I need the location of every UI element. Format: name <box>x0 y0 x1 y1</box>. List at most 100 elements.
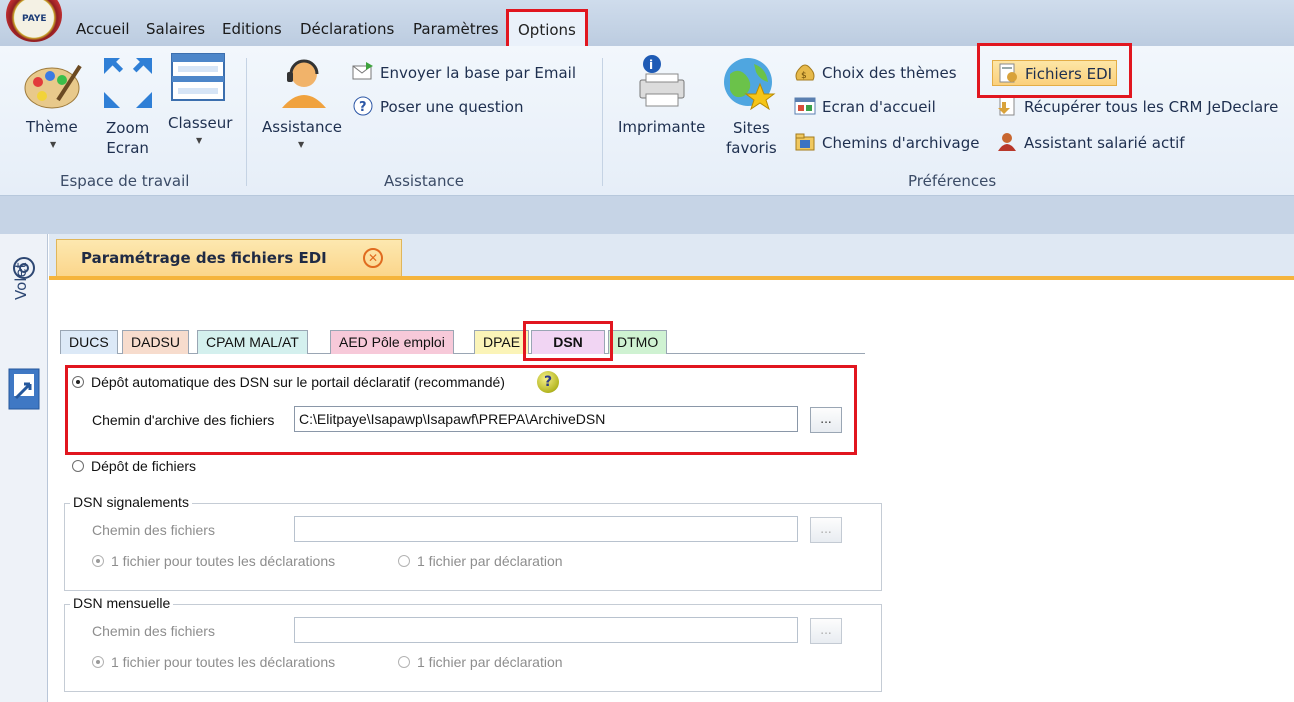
chemin-archive-field[interactable]: C:\Elitpaye\Isapawp\Isapawf\PREPA\Archiv… <box>294 406 798 432</box>
choix-themes-button[interactable]: $ Choix des thèmes <box>794 62 957 82</box>
chevron-down-icon: ▼ <box>50 140 57 149</box>
chevron-down-icon: ▼ <box>298 140 305 149</box>
printer-icon: i <box>639 55 685 107</box>
radio-indicator <box>92 555 104 567</box>
group-espace-travail: Espace de travail <box>60 172 190 190</box>
assistant-salarie-button[interactable]: Assistant salarié actif <box>996 132 1185 152</box>
ecran-accueil-label: Ecran d'accueil <box>822 98 936 116</box>
poser-label: Poser une question <box>380 98 524 116</box>
tab-cpam[interactable]: CPAM MAL/AT <box>197 330 308 354</box>
tab-label: DPAE <box>483 334 521 350</box>
menu-parametres[interactable]: Paramètres <box>413 20 499 38</box>
assistant-salarie-label: Assistant salarié actif <box>1024 134 1185 152</box>
menu-declarations[interactable]: Déclarations <box>300 20 394 38</box>
menu-accueil[interactable]: Accueil <box>76 20 130 38</box>
chemin-archive-label: Chemin d'archive des fichiers <box>92 412 275 428</box>
tab-label: DTMO <box>617 334 659 350</box>
volet-panel <box>0 234 48 702</box>
browse-archive-button[interactable]: ... <box>810 407 842 433</box>
group-assistance: Assistance <box>384 172 464 190</box>
radio-indicator <box>92 656 104 668</box>
envoyer-label: Envoyer la base par Email <box>380 64 576 82</box>
chemins-archivage-label: Chemins d'archivage <box>822 134 980 152</box>
tab-label: AED Pôle emploi <box>339 334 445 350</box>
tab-label: DADSU <box>131 334 181 350</box>
recuperer-crm-label: Récupérer tous les CRM JeDeclare <box>1024 98 1279 116</box>
imprimante-button[interactable]: Imprimante <box>618 118 705 136</box>
svg-text:?: ? <box>359 100 367 115</box>
envoyer-email-button[interactable]: Envoyer la base par Email <box>352 62 576 82</box>
radio-label: 1 fichier par déclaration <box>417 553 563 569</box>
palette-icon <box>24 64 82 109</box>
zoom-ecran-button[interactable]: Zoom Ecran <box>106 118 149 158</box>
radio-signalements-all[interactable]: 1 fichier pour toutes les déclarations <box>92 553 335 569</box>
workspace-band <box>0 196 1294 234</box>
mensuelle-chemin-field[interactable] <box>294 617 798 643</box>
radio-indicator <box>398 555 410 567</box>
ribbon-separator <box>602 58 603 186</box>
radio-mensuelle-each[interactable]: 1 fichier par déclaration <box>398 654 563 670</box>
close-icon[interactable]: ✕ <box>363 248 383 268</box>
zoom-screen-icon <box>104 58 152 108</box>
poser-question-button[interactable]: ? Poser une question <box>352 96 523 116</box>
logo-text: PAYE <box>22 14 47 24</box>
volet-label[interactable]: Volet <box>12 262 30 300</box>
tab-aed-pole-emploi[interactable]: AED Pôle emploi <box>330 330 454 354</box>
radio-label: 1 fichier pour toutes les déclarations <box>111 553 336 569</box>
tab-dtmo[interactable]: DTMO <box>608 330 668 354</box>
document-tab[interactable]: Paramétrage des fichiers EDI ✕ <box>56 239 402 277</box>
radio-label: 1 fichier pour toutes les déclarations <box>111 654 336 670</box>
menu-options-label: Options <box>518 21 576 39</box>
tab-ducs[interactable]: DUCS <box>60 330 118 354</box>
recuperer-crm-button[interactable]: Récupérer tous les CRM JeDeclare <box>996 96 1278 116</box>
classeur-button[interactable]: Classeur <box>168 114 232 132</box>
pin-panel-icon[interactable] <box>8 368 40 410</box>
radio-mensuelle-all[interactable]: 1 fichier pour toutes les déclarations <box>92 654 335 670</box>
zoom-label-2: Ecran <box>106 139 149 157</box>
help-icon[interactable]: ? <box>537 371 559 393</box>
app-logo[interactable]: PAYE <box>6 0 62 42</box>
radio-label: Dépôt automatique des DSN sur le portail… <box>91 374 505 390</box>
zoom-label-1: Zoom <box>106 119 150 137</box>
radio-depot-fichiers[interactable]: Dépôt de fichiers <box>72 458 196 474</box>
radio-label: Dépôt de fichiers <box>91 458 197 474</box>
document-tab-title: Paramétrage des fichiers EDI <box>81 249 327 267</box>
sites-label-2: favoris <box>726 139 777 157</box>
menu-salaires[interactable]: Salaires <box>146 20 205 38</box>
question-icon: ? <box>353 96 373 116</box>
chemins-archivage-button[interactable]: Chemins d'archivage <box>794 132 980 152</box>
svg-text:$: $ <box>801 71 807 81</box>
signalements-chemin-field[interactable] <box>294 516 798 542</box>
assistance-button[interactable]: Assistance <box>262 118 342 136</box>
radio-signalements-each[interactable]: 1 fichier par déclaration <box>398 553 563 569</box>
groupbox-title: DSN signalements <box>70 494 192 510</box>
globe-favorites-icon <box>724 58 776 110</box>
download-document-icon <box>998 96 1015 116</box>
browse-mensuelle-button[interactable]: ... <box>810 618 842 644</box>
tab-dpae[interactable]: DPAE <box>474 330 530 354</box>
ecran-accueil-button[interactable]: Ecran d'accueil <box>794 96 936 116</box>
user-icon <box>998 133 1016 151</box>
chemin-fichiers-label: Chemin des fichiers <box>92 522 215 538</box>
theme-button[interactable]: Thème <box>26 118 78 136</box>
browse-signalements-button[interactable]: ... <box>810 517 842 543</box>
sites-favoris-button[interactable]: Sites favoris <box>726 118 777 158</box>
groupbox-title: DSN mensuelle <box>70 595 174 611</box>
ribbon-separator <box>246 58 247 186</box>
classeur-icon <box>171 53 225 101</box>
tab-label: DUCS <box>69 334 109 350</box>
choix-themes-label: Choix des thèmes <box>822 64 957 82</box>
sites-label-1: Sites <box>733 119 770 137</box>
tab-dadsu[interactable]: DADSU <box>122 330 190 354</box>
highlight-dsn-tab <box>523 321 613 361</box>
highlight-fichiers-edi <box>977 43 1132 98</box>
radio-depot-automatique[interactable]: Dépôt automatique des DSN sur le portail… <box>72 374 505 390</box>
chevron-down-icon: ▼ <box>196 136 203 145</box>
radio-indicator <box>72 460 84 472</box>
chemin-fichiers-label: Chemin des fichiers <box>92 623 215 639</box>
menu-editions[interactable]: Editions <box>222 20 282 38</box>
menu-bar: PAYE Accueil Salaires Editions Déclarati… <box>0 0 1294 46</box>
assistance-headset-icon <box>282 59 326 108</box>
group-preferences: Préférences <box>908 172 997 190</box>
archive-folder-icon <box>795 133 815 151</box>
